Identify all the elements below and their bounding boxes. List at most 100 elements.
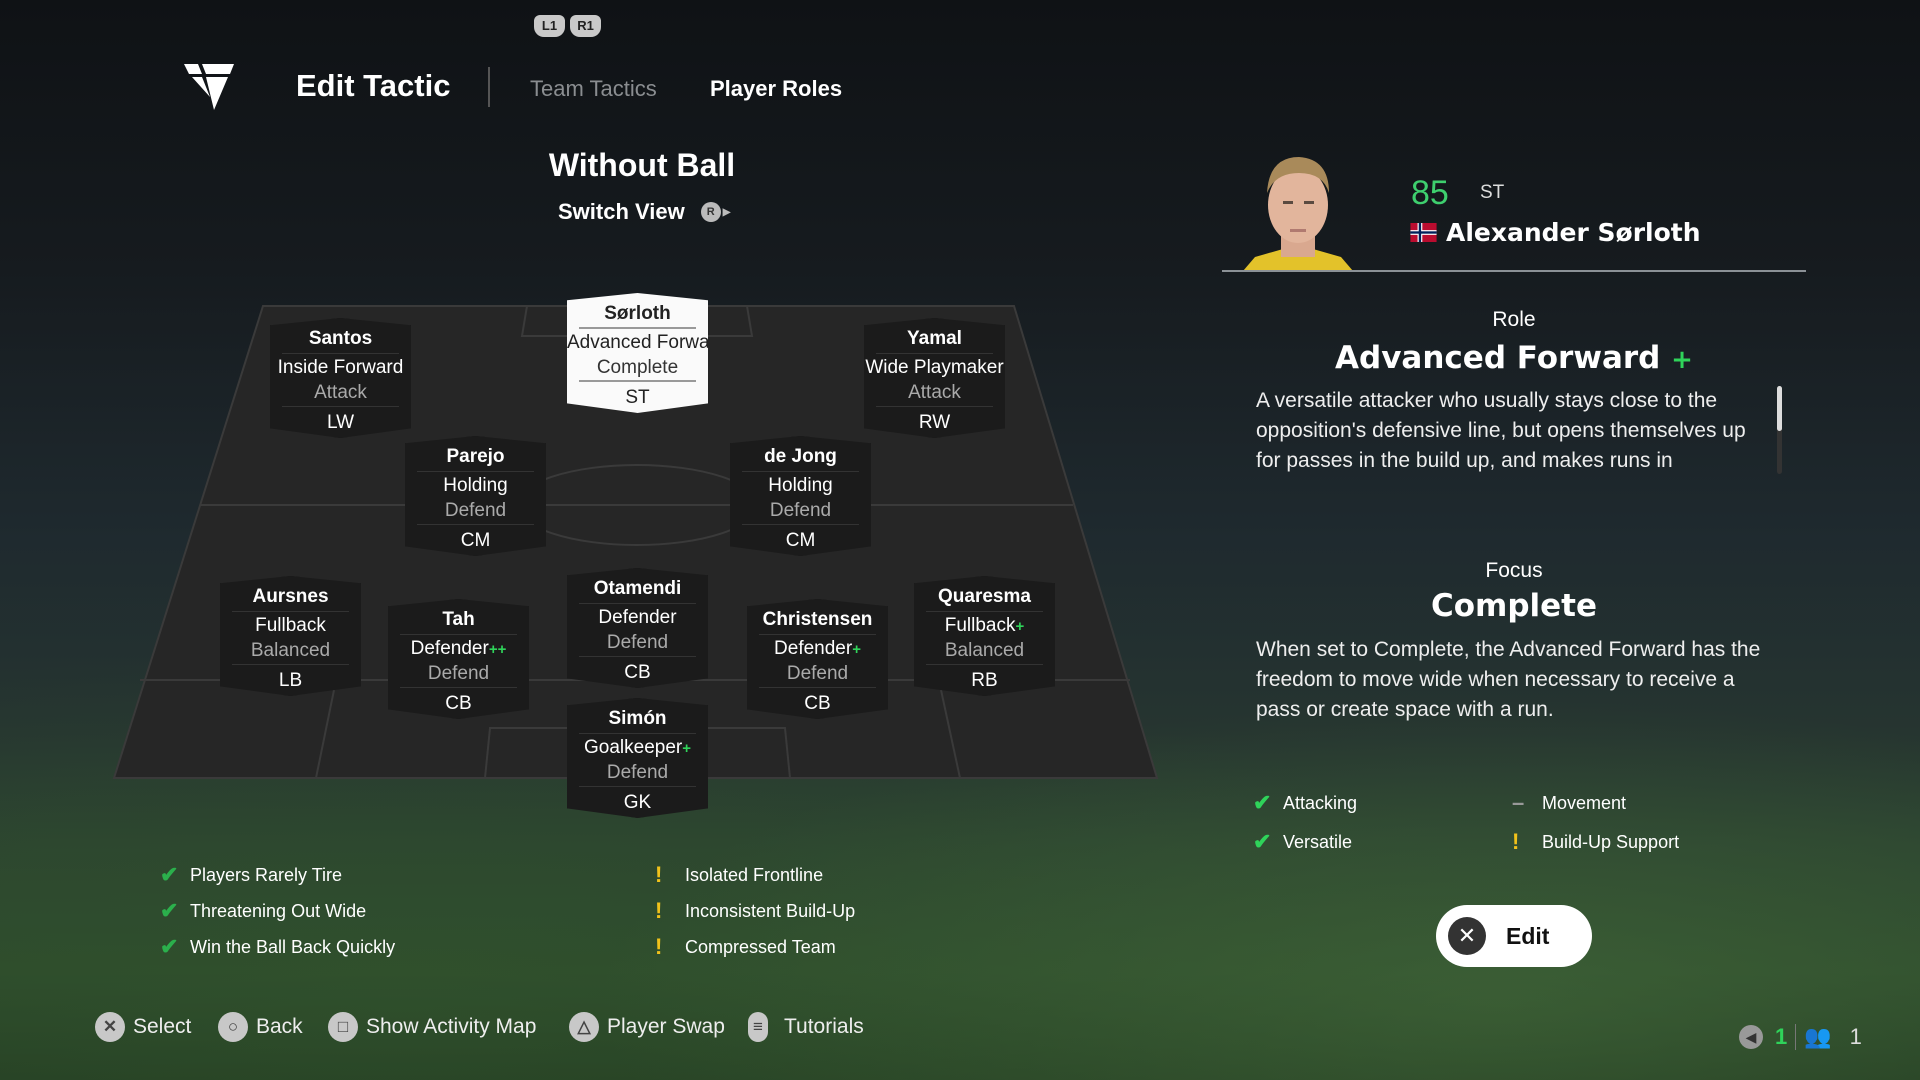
player-card-position: LB <box>278 670 303 691</box>
check-icon: ✔ <box>1253 790 1272 815</box>
plus-icon: + <box>852 641 861 658</box>
player-card-role: Holding <box>405 475 546 500</box>
norway-flag-icon <box>1410 223 1437 242</box>
weakness-item: ! Inconsistent Build-Up <box>655 893 855 929</box>
player-card-position: CB <box>445 693 472 714</box>
player-card-rb[interactable]: Quaresma Fullback+ Balanced RB <box>914 576 1055 696</box>
strength-label: Win the Ball Back Quickly <box>190 936 396 957</box>
player-card-role: Inside Forward <box>270 357 411 382</box>
scrollbar-thumb[interactable] <box>1777 386 1782 431</box>
hint-label: Show Activity Map <box>366 1015 537 1038</box>
voice-count: 1 <box>1775 1024 1788 1049</box>
weakness-label: Inconsistent Build-Up <box>685 900 856 921</box>
player-card-position: LW <box>326 412 355 433</box>
player-card-rw[interactable]: Yamal Wide Playmaker Attack RW <box>864 318 1005 438</box>
player-card-mentality: Attack <box>282 382 399 407</box>
player-card-role: Fullback+ <box>914 615 1055 640</box>
player-card-cm[interactable]: de Jong Holding Defend CM <box>730 436 871 556</box>
hint-tutorials[interactable]: ≡ Tutorials <box>748 1012 864 1042</box>
role-title: Advanced Forward + <box>1222 340 1806 376</box>
hint-label: Back <box>256 1015 303 1038</box>
focus-title: Complete <box>1430 588 1598 624</box>
role-name: Advanced Forward <box>1335 340 1661 376</box>
role-text: Wide Playmaker <box>865 357 1004 378</box>
player-card-mentality: Attack <box>876 382 993 407</box>
player-card-role: Defender <box>567 607 708 632</box>
party-icon: 👥 <box>1804 1024 1832 1049</box>
plus-icon: ++ <box>488 641 507 658</box>
scrollbar[interactable] <box>1777 386 1782 474</box>
status-bar: ◀ 1 👥 1 <box>1739 1024 1862 1050</box>
cross-button-icon: ✕ <box>1448 917 1486 955</box>
trait-label: Movement <box>1542 792 1627 813</box>
role-description: A versatile attacker who usually stays c… <box>1256 389 1746 472</box>
player-card-name: Tah <box>400 609 517 635</box>
warning-icon: ! <box>655 898 663 923</box>
circle-button-icon: ○ <box>218 1012 248 1042</box>
trait-build-up-support: ! Build-Up Support <box>1512 829 1679 855</box>
focus-description: When set to Complete, the Advanced Forwa… <box>1256 638 1761 721</box>
player-card-name: Simón <box>579 708 696 734</box>
player-card-st[interactable]: Sørloth Advanced Forward+ Complete ST <box>567 293 708 413</box>
player-rating: 85 <box>1411 174 1449 212</box>
player-card-role: Wide Playmaker <box>864 357 1005 382</box>
player-card-mentality: Balanced <box>232 640 349 665</box>
square-button-icon: □ <box>328 1012 358 1042</box>
player-name: Alexander Sørloth <box>1446 218 1701 247</box>
role-text: Defender <box>774 638 853 659</box>
check-icon: ✔ <box>160 898 179 923</box>
trait-versatile: ✔ Versatile <box>1253 829 1352 855</box>
warning-icon: ! <box>655 934 663 959</box>
role-text: Defender <box>410 638 489 659</box>
player-card-position: GK <box>623 792 652 813</box>
speaker-icon: ◀ <box>1739 1025 1763 1049</box>
player-card-name: Sørloth <box>579 303 696 329</box>
weaknesses-list: ! Isolated Frontline ! Inconsistent Build-… <box>655 857 855 965</box>
player-card-lb[interactable]: Aursnes Fullback Balanced LB <box>220 576 361 696</box>
role-text: Fullback <box>255 615 326 636</box>
player-card-role: Defender++ <box>388 638 529 663</box>
player-card-cb[interactable]: Tah Defender++ Defend CB <box>388 599 529 719</box>
player-card-name: Santos <box>282 328 399 354</box>
hint-select[interactable]: ✕ Select <box>95 1012 191 1042</box>
player-card-name: Yamal <box>876 328 993 354</box>
trait-label: Build-Up Support <box>1542 831 1680 852</box>
warning-icon: ! <box>1512 829 1520 854</box>
status-divider <box>1795 1024 1797 1050</box>
player-card-role: Fullback <box>220 615 361 640</box>
player-card-cm[interactable]: Parejo Holding Defend CM <box>405 436 546 556</box>
player-position: ST <box>1480 182 1505 203</box>
plus-icon: + <box>682 740 691 757</box>
cross-button-icon: ✕ <box>95 1012 125 1042</box>
player-card-mentality: Defend <box>417 500 534 525</box>
player-card-mentality: Defend <box>579 632 696 657</box>
player-card-position: CB <box>804 693 831 714</box>
edit-label: Edit <box>1506 922 1550 949</box>
strengths-list: ✔ Players Rarely Tire ✔ Threatening Out Wi… <box>160 857 395 965</box>
player-card-mentality: Balanced <box>926 640 1043 665</box>
role-text: Advanced Forward <box>567 332 708 353</box>
player-card-position: CB <box>624 662 651 683</box>
weakness-item: ! Compressed Team <box>655 929 855 965</box>
trait-label: Versatile <box>1283 831 1353 852</box>
weakness-item: ! Isolated Frontline <box>655 857 855 893</box>
player-card-position: CM <box>460 530 491 551</box>
party-count: 1 <box>1849 1024 1862 1049</box>
player-card-lw[interactable]: Santos Inside Forward Attack LW <box>270 318 411 438</box>
hint-back[interactable]: ○ Back <box>218 1012 303 1042</box>
strength-item: ✔ Win the Ball Back Quickly <box>160 929 395 965</box>
player-card-gk[interactable]: Simón Goalkeeper+ Defend GK <box>567 698 708 818</box>
player-card-name: Quaresma <box>926 586 1043 612</box>
player-card-role: Holding <box>730 475 871 500</box>
check-icon: ✔ <box>160 934 179 959</box>
edit-button[interactable]: ✕ Edit <box>1436 905 1592 967</box>
check-icon: ✔ <box>1253 829 1272 854</box>
player-card-cb[interactable]: Christensen Defender+ Defend CB <box>747 599 888 719</box>
player-divider <box>1222 270 1806 272</box>
player-card-cb[interactable]: Otamendi Defender Defend CB <box>567 568 708 688</box>
player-card-mentality: Defend <box>579 762 696 787</box>
player-card-role: Goalkeeper+ <box>567 737 708 762</box>
player-card-position: RB <box>971 670 998 691</box>
hint-show-activity-map[interactable]: □ Show Activity Map <box>328 1012 536 1042</box>
hint-player-swap[interactable]: △ Player Swap <box>569 1012 725 1042</box>
